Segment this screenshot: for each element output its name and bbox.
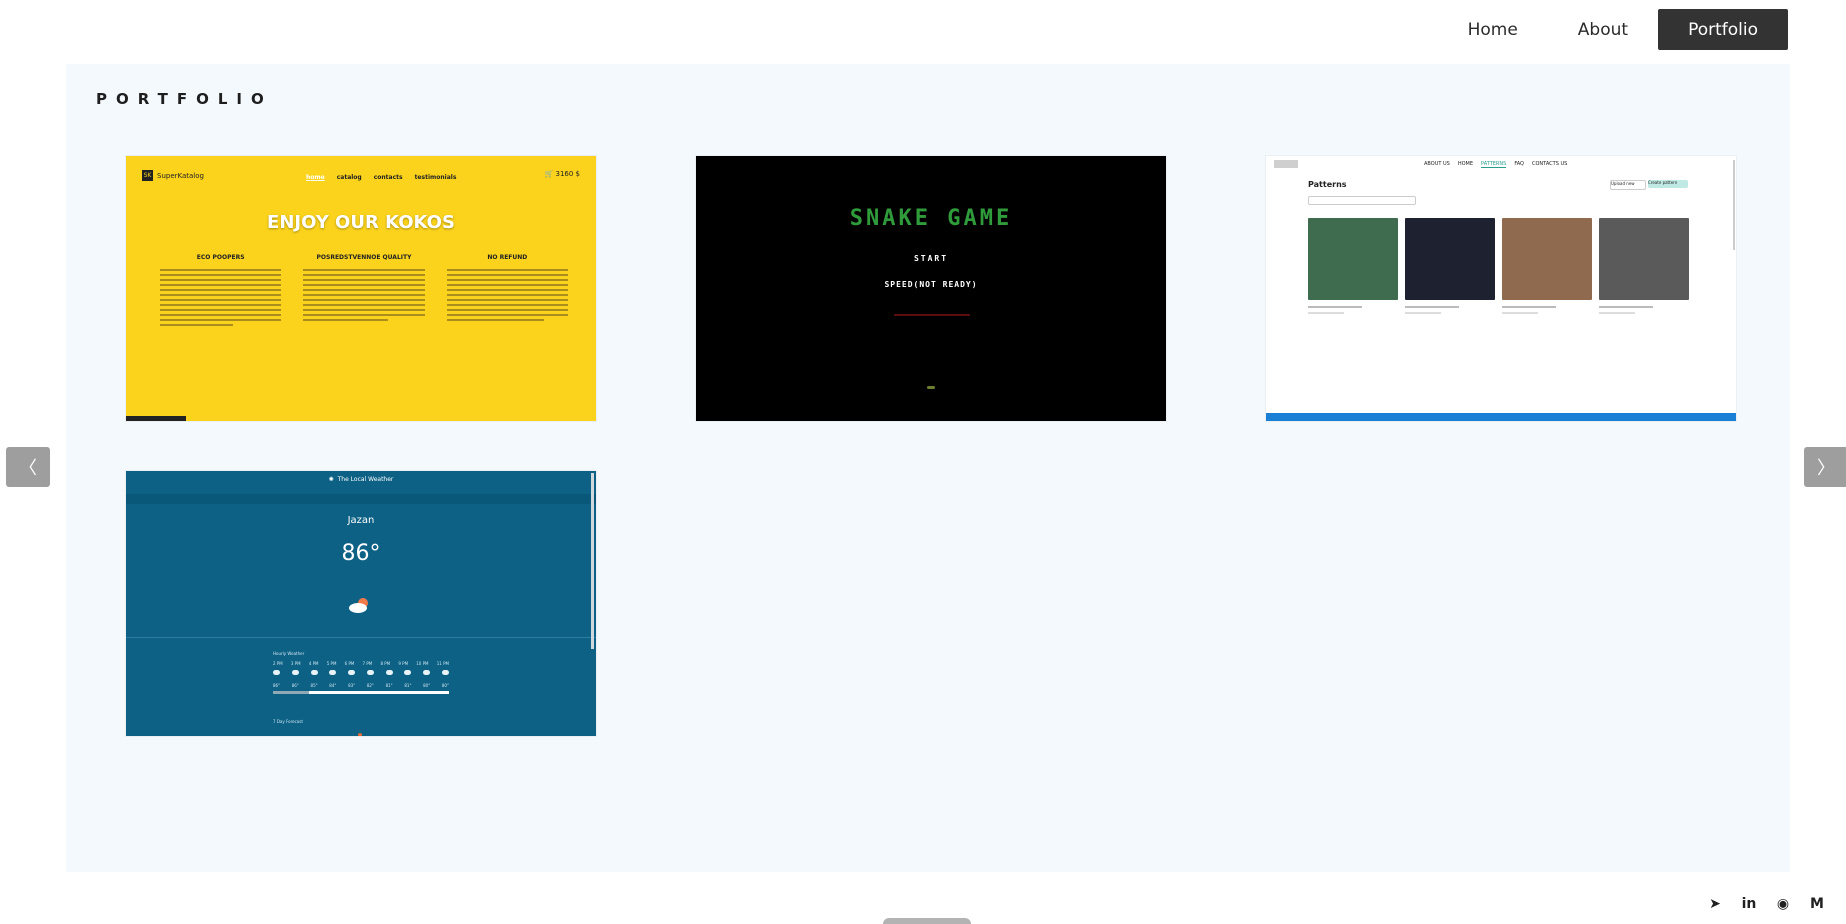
- page-title: PORTFOLIO: [96, 90, 273, 108]
- weather-city: Jazan: [347, 515, 375, 526]
- weather-note-bar: [126, 494, 596, 504]
- kokos-column: NO REFUND: [446, 254, 568, 329]
- kokos-nav-home: home: [306, 174, 325, 181]
- weather-hours: 2 PM 3 PM 4 PM 5 PM 6 PM 7 PM 8 PM 9 PM …: [273, 661, 449, 666]
- cloud-icon: [291, 670, 299, 675]
- kokos-cart: 🛒 3160 $: [545, 170, 580, 178]
- cloud-icon: [423, 670, 431, 675]
- weather-weekly-label: 7 Day Forecast: [273, 719, 303, 724]
- weather-hour-icons: [273, 670, 449, 675]
- weather-temp: 86°: [341, 541, 381, 566]
- kokos-nav-contacts: contacts: [373, 174, 403, 181]
- list-item: [1599, 218, 1689, 336]
- weather-header: ✺ The Local Weather: [126, 471, 596, 488]
- project-card-kokos[interactable]: SK SuperKatalog home catalog contacts te…: [126, 156, 596, 421]
- patterns-nav-patterns: PATTERNS: [1481, 161, 1507, 168]
- nav-about[interactable]: About: [1548, 9, 1658, 50]
- kokos-cart-total: 3160 $: [555, 170, 581, 178]
- patterns-footer-bar: [1266, 413, 1736, 421]
- social-links: ➤ in ◉ M: [1706, 896, 1826, 912]
- cloud-icon: [348, 670, 356, 675]
- kokos-column: POSREDSTVENNOE QUALITY: [303, 254, 425, 329]
- kokos-columns: ECO POOPERS POSREDSTVENNOE QUALITY NO RE…: [160, 254, 568, 329]
- telegram-icon[interactable]: ➤: [1706, 896, 1724, 912]
- patterns-heading: Patterns: [1308, 180, 1347, 189]
- patterns-scrollbar: [1733, 160, 1735, 250]
- list-item: [1502, 218, 1592, 336]
- weather-sub-line: [126, 577, 596, 581]
- kokos-column-title: NO REFUND: [487, 254, 528, 261]
- patterns-upload-button: Upload new: [1610, 180, 1646, 190]
- weather-app-title: The Local Weather: [337, 476, 394, 483]
- cloud-icon: [441, 670, 449, 675]
- kokos-column-title: ECO POOPERS: [196, 254, 245, 261]
- patterns-nav-home: HOME: [1457, 161, 1474, 167]
- weather-scrollbar: [591, 473, 594, 649]
- gmail-icon[interactable]: M: [1808, 896, 1826, 912]
- kokos-nav-testimonials: testimonials: [414, 174, 457, 181]
- project-card-snake[interactable]: SNAKE GAME START SPEED(NOT READY): [696, 156, 1166, 421]
- kokos-logo-text: SuperKatalog: [157, 171, 204, 180]
- snake-hint-line: [894, 314, 970, 316]
- weather-date-line: [126, 529, 596, 533]
- weather-hour-temps: 86° 86° 85° 84° 83° 82° 81° 81° 80° 80°: [273, 683, 449, 688]
- carousel-prev-button[interactable]: 〈: [6, 447, 50, 487]
- github-icon[interactable]: ◉: [1774, 896, 1792, 912]
- logo-icon: SK: [142, 170, 153, 181]
- cloud-icon: [366, 670, 374, 675]
- sun-icon: ✺: [328, 476, 334, 483]
- kokos-column: ECO POOPERS: [160, 254, 282, 329]
- weather-divider: [126, 637, 596, 638]
- nav-home[interactable]: Home: [1438, 9, 1548, 50]
- project-card-weather[interactable]: ✺ The Local Weather Jazan 86° Hourly Wea…: [126, 471, 596, 736]
- weather-forecast-dot: [358, 733, 362, 736]
- kokos-nav: home catalog contacts testimonials: [306, 174, 456, 181]
- cloud-icon: [329, 670, 337, 675]
- kokos-hero: ENJOY OUR KOKOS: [267, 212, 455, 233]
- patterns-search: [1308, 196, 1416, 205]
- snake-speed: SPEED(NOT READY): [884, 280, 978, 289]
- patterns-grid: [1308, 218, 1689, 336]
- carousel-next-button[interactable]: 〉: [1804, 447, 1846, 487]
- linkedin-icon[interactable]: in: [1740, 896, 1758, 912]
- cloud-icon: [273, 670, 280, 675]
- patterns-nav: ABOUT US HOME PATTERNS FAQ CONTACTS US: [1424, 161, 1567, 168]
- patterns-nav-contacts: CONTACTS US: [1532, 161, 1568, 167]
- list-item: [1308, 218, 1398, 336]
- kokos-column-title: POSREDSTVENNOE QUALITY: [316, 254, 412, 261]
- portfolio-panel: PORTFOLIO SK SuperKatalog home catalog c…: [66, 64, 1790, 872]
- cloud-icon: [310, 670, 318, 675]
- weather-hourly-label: Hourly Weather: [273, 651, 305, 656]
- kokos-nav-catalog: catalog: [336, 174, 362, 181]
- patterns-nav-faq: FAQ: [1514, 161, 1524, 167]
- list-item: [1405, 218, 1495, 336]
- cloud-icon: [349, 598, 368, 613]
- cloud-icon: [385, 670, 393, 675]
- cloud-icon: [404, 670, 412, 675]
- patterns-nav-about: ABOUT US: [1424, 161, 1450, 167]
- snake-start: START: [913, 254, 949, 263]
- project-card-patterns[interactable]: ABOUT US HOME PATTERNS FAQ CONTACTS US P…: [1266, 156, 1736, 421]
- nav-portfolio[interactable]: Portfolio: [1658, 9, 1788, 50]
- top-nav: Home About Portfolio: [1438, 9, 1788, 50]
- patterns-create-button: Create pattern: [1648, 180, 1688, 188]
- bottom-drawer-handle[interactable]: [883, 918, 971, 924]
- snake-title: SNAKE GAME: [849, 206, 1013, 231]
- patterns-logo: [1274, 160, 1298, 168]
- cart-icon: 🛒: [544, 170, 554, 178]
- snake-icon: [927, 386, 935, 389]
- kokos-logo: SK SuperKatalog: [142, 170, 204, 181]
- kokos-footer-bar: [126, 416, 186, 421]
- weather-hour-slider: [273, 691, 449, 694]
